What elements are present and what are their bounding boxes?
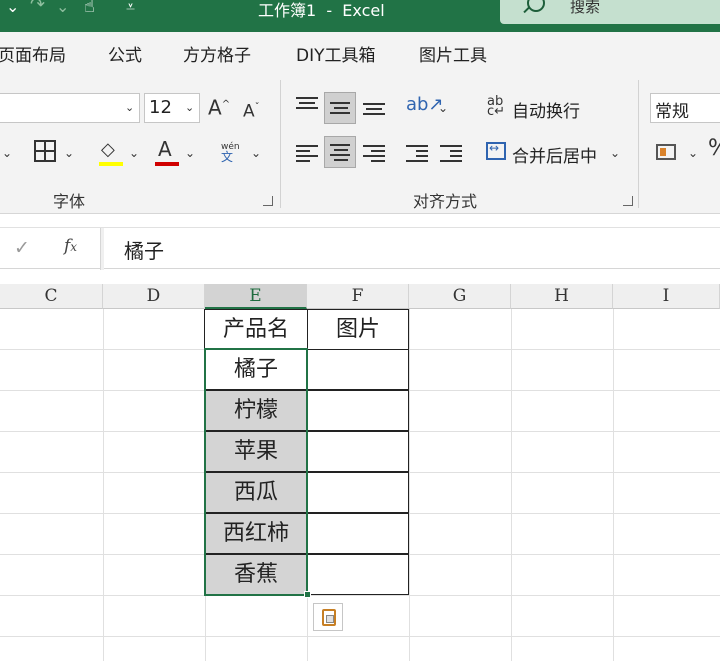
tab-diy-toolbox[interactable]: DIY工具箱 xyxy=(296,41,376,66)
font-size-combo[interactable]: 12 ⌄ xyxy=(144,93,200,123)
search-icon xyxy=(527,0,545,12)
table-cell-picture[interactable] xyxy=(307,472,409,513)
title-bar: ⌄ ↷ ⌄ ☝ ⩡ 工作簿1 - Excel 搜索 xyxy=(0,0,720,32)
tab-picture-tools[interactable]: 图片工具 xyxy=(419,41,487,66)
table-cell-picture[interactable] xyxy=(307,513,409,554)
table-cell-product[interactable]: 橘子 xyxy=(204,349,308,390)
chevron-down-icon[interactable]: ⌄ xyxy=(2,146,12,160)
table-cell-picture[interactable] xyxy=(307,554,409,595)
font-color-icon[interactable]: A xyxy=(158,139,172,159)
column-header-c[interactable]: C xyxy=(0,284,103,309)
table-cell-product[interactable]: 苹果 xyxy=(204,431,308,472)
column-header-f[interactable]: F xyxy=(307,284,409,309)
increase-indent-icon[interactable] xyxy=(440,142,462,165)
group-divider xyxy=(638,80,639,208)
column-header-h[interactable]: H xyxy=(511,284,613,309)
chevron-down-icon: ⌄ xyxy=(125,101,135,114)
redo-icon[interactable]: ↷ xyxy=(30,0,45,18)
align-bottom-icon[interactable] xyxy=(363,100,385,118)
wrap-text-button[interactable]: 自动换行 xyxy=(512,97,580,122)
chevron-down-icon[interactable]: ⌄ xyxy=(251,146,261,160)
merge-center-icon[interactable]: ↔ xyxy=(486,141,506,160)
align-left-icon[interactable] xyxy=(296,142,318,165)
table-cell-product[interactable]: 西红柿 xyxy=(204,513,308,554)
table-header-product-name[interactable]: 产品名 xyxy=(204,309,308,350)
table-cell-picture[interactable] xyxy=(307,349,409,390)
ribbon: ⌄ 12 ⌄ A^ Aˇ ⌄ ⌄ ◇ ⌄ A ⌄ wén 文 ⌄ 字体 ab↗ ⌄… xyxy=(0,72,720,214)
merge-center-button[interactable]: 合并后居中 xyxy=(512,142,597,167)
increase-font-size-icon[interactable]: A^ xyxy=(208,96,230,118)
percent-style-icon[interactable]: % xyxy=(708,138,720,160)
table-cell-picture[interactable] xyxy=(307,390,409,431)
grid-line xyxy=(409,309,410,661)
paste-options-button[interactable] xyxy=(313,603,343,631)
align-right-icon[interactable] xyxy=(363,142,385,165)
insert-function-icon[interactable]: fx xyxy=(64,236,77,256)
ribbon-tabs: 页面布局 公式 方方格子 DIY工具箱 图片工具 xyxy=(0,32,720,72)
customize-quick-access-icon[interactable]: ⩡ xyxy=(126,0,135,20)
decrease-font-size-icon[interactable]: Aˇ xyxy=(243,99,260,121)
font-dialog-launcher-icon[interactable] xyxy=(263,196,273,206)
grid-line xyxy=(511,309,512,661)
table-cell-product[interactable]: 香蕉 xyxy=(204,554,308,595)
search-label: 搜索 xyxy=(570,0,601,16)
grid-line xyxy=(103,309,104,661)
tab-fangfang-gezi[interactable]: 方方格子 xyxy=(183,41,251,66)
decrease-indent-icon[interactable] xyxy=(406,142,428,165)
font-name-combo[interactable]: ⌄ xyxy=(0,93,140,123)
clipboard-icon xyxy=(322,609,336,626)
chevron-down-icon[interactable]: ⌄ xyxy=(185,146,195,160)
formula-bar-divider xyxy=(100,228,104,270)
number-format-combo[interactable]: 常规 xyxy=(650,93,720,123)
align-middle-icon[interactable] xyxy=(324,92,356,124)
grid-line xyxy=(613,309,614,661)
fill-color-bar xyxy=(99,162,123,166)
tab-formulas[interactable]: 公式 xyxy=(108,41,142,66)
grid-line xyxy=(0,595,720,596)
enter-check-icon[interactable]: ✓ xyxy=(14,237,30,259)
column-header-i[interactable]: I xyxy=(613,284,720,309)
grid-line xyxy=(0,636,720,637)
align-center-icon[interactable] xyxy=(324,136,356,168)
phonetic-guide-icon[interactable]: wén 文 xyxy=(221,142,240,164)
chevron-down-icon[interactable]: ⌄ xyxy=(610,146,620,160)
borders-icon[interactable] xyxy=(34,140,56,162)
column-header-g[interactable]: G xyxy=(409,284,511,309)
redo-dropdown-icon[interactable]: ⌄ xyxy=(56,0,69,20)
window-title: 工作簿1 - Excel xyxy=(258,1,385,20)
align-top-icon[interactable] xyxy=(296,94,318,112)
accounting-format-icon[interactable] xyxy=(656,144,676,160)
font-group-label: 字体 xyxy=(53,192,86,211)
group-divider xyxy=(280,80,281,208)
wrap-text-icon[interactable]: ab c↵ xyxy=(487,95,505,118)
touch-mode-icon[interactable]: ☝ xyxy=(84,0,95,20)
chevron-down-icon[interactable]: ⌄ xyxy=(438,101,448,115)
column-header-d[interactable]: D xyxy=(103,284,205,309)
chevron-down-icon[interactable]: ⌄ xyxy=(688,146,698,160)
fill-color-icon[interactable]: ◇ xyxy=(101,141,115,159)
undo-dropdown-icon[interactable]: ⌄ xyxy=(6,0,19,20)
formula-bar: ✓ fx 橘子 xyxy=(0,227,720,270)
font-size-value: 12 xyxy=(149,97,172,118)
table-header-picture[interactable]: 图片 xyxy=(307,309,409,350)
column-header-e[interactable]: E xyxy=(205,284,307,309)
alignment-group-label: 对齐方式 xyxy=(413,192,478,211)
chevron-down-icon: ⌄ xyxy=(185,101,195,114)
table-cell-product[interactable]: 西瓜 xyxy=(204,472,308,513)
fill-handle[interactable] xyxy=(304,591,311,598)
table-cell-product[interactable]: 柠檬 xyxy=(204,390,308,431)
font-color-bar xyxy=(155,162,179,166)
chevron-down-icon[interactable]: ⌄ xyxy=(129,146,139,160)
chevron-down-icon[interactable]: ⌄ xyxy=(64,146,74,160)
table-cell-picture[interactable] xyxy=(307,431,409,472)
formula-input[interactable]: 橘子 xyxy=(124,235,164,264)
alignment-dialog-launcher-icon[interactable] xyxy=(623,196,633,206)
search-box[interactable]: 搜索 xyxy=(500,0,720,24)
tab-page-layout[interactable]: 页面布局 xyxy=(0,41,66,66)
number-format-value: 常规 xyxy=(655,102,689,122)
